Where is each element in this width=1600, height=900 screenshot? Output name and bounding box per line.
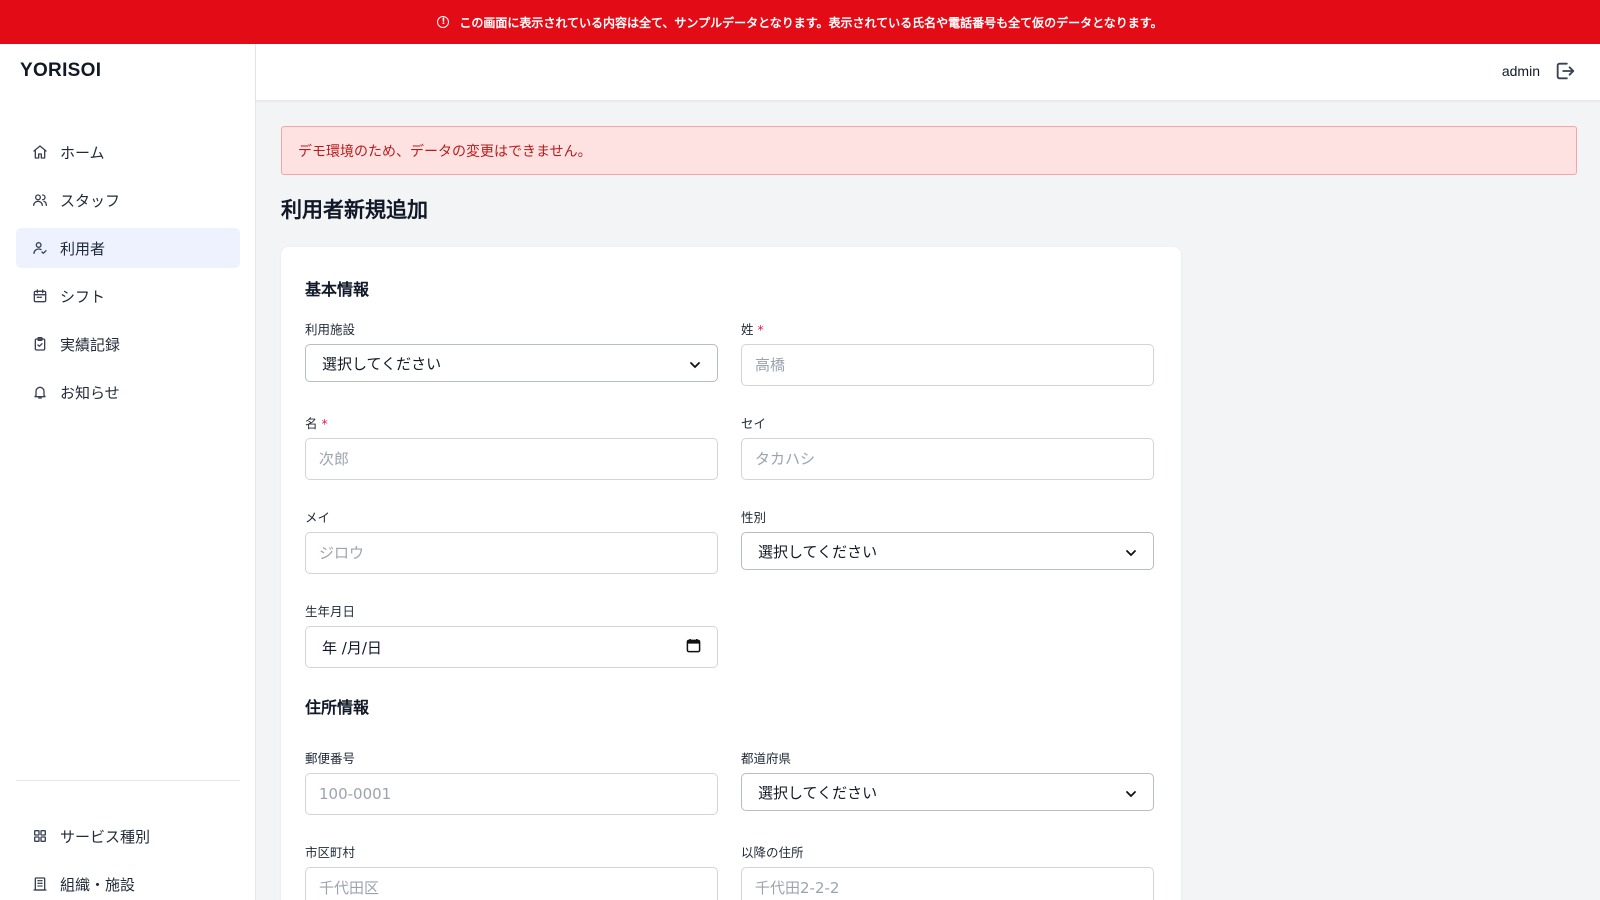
sidebar-item-organization[interactable]: 組織・施設 xyxy=(16,864,240,900)
bell-icon xyxy=(32,384,48,400)
sidebar-bottom-nav: サービス種別 組織・施設 xyxy=(16,816,240,900)
sidebar-item-notices[interactable]: お知らせ xyxy=(16,372,240,412)
sidebar-item-label: 実績記録 xyxy=(60,335,121,354)
required-mark: * xyxy=(757,322,764,337)
facility-field: 利用施設 選択してください xyxy=(305,319,718,382)
calendar-icon xyxy=(32,288,48,304)
last-name-label: 姓 * xyxy=(741,322,764,337)
last-name-input[interactable] xyxy=(741,344,1154,386)
gender-field: 性別 選択してください xyxy=(741,507,1154,570)
city-input[interactable] xyxy=(305,867,718,900)
birthdate-field: 生年月日 年 /月/日 xyxy=(305,601,718,668)
info-icon: ! xyxy=(437,16,450,28)
section-basic-info: 基本情報 xyxy=(305,280,370,299)
facility-label: 利用施設 xyxy=(305,322,356,337)
gender-select[interactable]: 選択してください xyxy=(741,532,1154,570)
sidebar-item-users[interactable]: 利用者 xyxy=(16,228,240,268)
facility-select[interactable]: 選択してください xyxy=(305,344,718,382)
sidebar-item-label: お知らせ xyxy=(60,383,120,402)
sidebar-item-service-types[interactable]: サービス種別 xyxy=(16,816,240,856)
facility-select-value: 選択してください xyxy=(322,354,442,373)
city-field: 市区町村 xyxy=(305,842,718,900)
chevron-down-icon xyxy=(689,357,701,369)
demo-alert-text: デモ環境のため、データの変更はできません。 xyxy=(298,143,592,160)
prefecture-select-value: 選択してください xyxy=(758,783,878,802)
sidebar: YORISOI ホーム スタッフ 利用者 シフト 実績記録 お知らせ サービス種… xyxy=(0,44,256,900)
demo-alert: デモ環境のため、データの変更はできません。 xyxy=(281,126,1577,175)
chevron-down-icon xyxy=(1125,545,1137,557)
sidebar-item-label: 組織・施設 xyxy=(60,875,136,894)
first-kana-input[interactable] xyxy=(305,532,718,574)
first-kana-label: メイ xyxy=(305,510,331,525)
sidebar-item-label: 利用者 xyxy=(60,239,106,258)
user-name: admin xyxy=(1501,63,1540,79)
building-icon xyxy=(32,876,48,892)
gender-select-value: 選択してください xyxy=(758,542,878,561)
prefecture-field: 都道府県 選択してください xyxy=(741,748,1154,811)
gender-label: 性別 xyxy=(741,510,767,525)
prefecture-select[interactable]: 選択してください xyxy=(741,773,1154,811)
clipboard-icon xyxy=(32,336,48,352)
address-label: 以降の住所 xyxy=(741,845,804,860)
top-header: admin xyxy=(256,44,1600,101)
first-name-field: 名 * xyxy=(305,413,718,480)
chevron-down-icon xyxy=(1125,786,1137,798)
postal-code-input[interactable] xyxy=(305,773,718,815)
postal-code-field: 郵便番号 xyxy=(305,748,718,815)
address-field: 以降の住所 xyxy=(741,842,1154,900)
last-kana-input[interactable] xyxy=(741,438,1154,480)
demo-banner-text: この画面に表示されている内容は全て、サンプルデータとなります。表示されている氏名… xyxy=(459,15,1163,30)
sidebar-item-label: ホーム xyxy=(60,143,105,162)
first-name-input[interactable] xyxy=(305,438,718,480)
birthdate-label: 生年月日 xyxy=(305,604,356,619)
form-card: 基本情報 利用施設 選択してください 姓* 名* セイ メイ 性別 選択してくだ… xyxy=(281,247,1181,900)
sidebar-divider xyxy=(16,780,240,781)
sidebar-item-shift[interactable]: シフト xyxy=(16,276,240,316)
city-label: 市区町村 xyxy=(305,845,356,860)
app-logo[interactable]: YORISOI xyxy=(20,60,101,82)
last-kana-field: セイ xyxy=(741,413,1154,480)
page-title: 利用者新規追加 xyxy=(281,198,428,222)
sidebar-item-label: スタッフ xyxy=(60,191,121,210)
required-mark: * xyxy=(321,416,328,431)
sidebar-item-records[interactable]: 実績記録 xyxy=(16,324,240,364)
calendar-picker-icon[interactable] xyxy=(686,638,701,657)
sidebar-item-label: サービス種別 xyxy=(60,827,151,846)
birthdate-value: 年 /月/日 xyxy=(322,638,382,657)
grid-icon xyxy=(32,828,48,844)
home-icon xyxy=(32,144,48,160)
birthdate-input[interactable]: 年 /月/日 xyxy=(305,626,718,668)
demo-banner: ! この画面に表示されている内容は全て、サンプルデータとなります。表示されている… xyxy=(0,0,1600,44)
last-name-field: 姓 * xyxy=(741,319,1154,386)
users-icon xyxy=(32,192,48,208)
user-check-icon xyxy=(32,240,48,256)
logout-icon[interactable] xyxy=(1554,60,1576,82)
first-name-label: 名 * xyxy=(305,416,328,431)
address-input[interactable] xyxy=(741,867,1154,900)
sidebar-nav: ホーム スタッフ 利用者 シフト 実績記録 お知らせ xyxy=(16,132,240,420)
section-address-info: 住所情報 xyxy=(305,698,370,717)
sidebar-item-home[interactable]: ホーム xyxy=(16,132,240,172)
sidebar-item-label: シフト xyxy=(60,287,106,306)
last-kana-label: セイ xyxy=(741,416,767,431)
first-kana-field: メイ xyxy=(305,507,718,574)
postal-code-label: 郵便番号 xyxy=(305,751,356,766)
sidebar-item-staff[interactable]: スタッフ xyxy=(16,180,240,220)
prefecture-label: 都道府県 xyxy=(741,751,792,766)
